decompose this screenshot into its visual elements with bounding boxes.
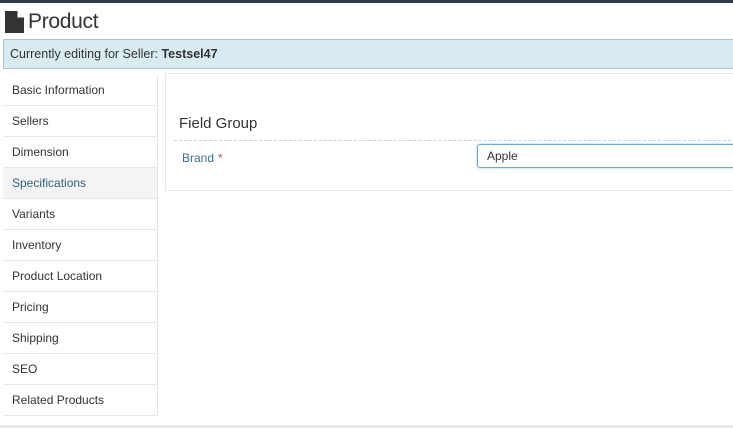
required-marker: *	[218, 151, 223, 165]
sidebar-item-seo[interactable]: SEO	[3, 354, 157, 385]
page-title: Product	[28, 10, 99, 33]
seller-context-bar: Currently editing for Seller: Testsel47	[3, 39, 733, 69]
sidebar-item-label: Dimension	[12, 145, 69, 159]
field-group-divider	[174, 140, 733, 141]
sidebar-item-product-location[interactable]: Product Location	[3, 261, 157, 292]
page-header: Product	[5, 8, 99, 36]
top-border	[0, 0, 733, 3]
sidebar-item-pricing[interactable]: Pricing	[3, 292, 157, 323]
brand-field-label: Brand *	[182, 151, 223, 165]
seller-bar-prefix: Currently editing for Seller:	[10, 47, 158, 61]
sidebar-item-dimension[interactable]: Dimension	[3, 137, 157, 168]
sidebar-item-related-products[interactable]: Related Products	[3, 385, 157, 416]
sidebar-item-label: Sellers	[12, 114, 49, 128]
sidebar-item-label: Basic Information	[12, 83, 105, 97]
sidebar-item-label: Variants	[12, 207, 56, 221]
sidebar-item-label: Product Location	[12, 269, 103, 283]
sidebar-item-shipping[interactable]: Shipping	[3, 323, 157, 354]
file-icon	[5, 11, 24, 33]
sidebar-item-label: Inventory	[12, 238, 62, 252]
sidebar-item-label: SEO	[12, 362, 38, 376]
field-group-title: Field Group	[179, 115, 258, 132]
sidebar-item-specifications[interactable]: Specifications	[3, 168, 157, 199]
sidebar-item-sellers[interactable]: Sellers	[3, 106, 157, 137]
specifications-panel: Field Group Brand *	[165, 73, 733, 191]
sidebar-item-variants[interactable]: Variants	[3, 199, 157, 230]
brand-input[interactable]	[477, 144, 733, 168]
sidebar-item-label: Related Products	[12, 393, 105, 407]
sidebar-item-inventory[interactable]: Inventory	[3, 230, 157, 261]
sidebar-item-label: Shipping	[12, 331, 59, 345]
brand-label-text: Brand	[182, 151, 215, 165]
sidebar-item-label: Pricing	[12, 300, 49, 314]
sidebar-item-basic-information[interactable]: Basic Information	[3, 75, 157, 106]
product-section-sidebar: Basic Information Sellers Dimension Spec…	[3, 75, 158, 416]
seller-name: Testsel47	[161, 47, 218, 61]
sidebar-item-label: Specifications	[12, 176, 87, 190]
